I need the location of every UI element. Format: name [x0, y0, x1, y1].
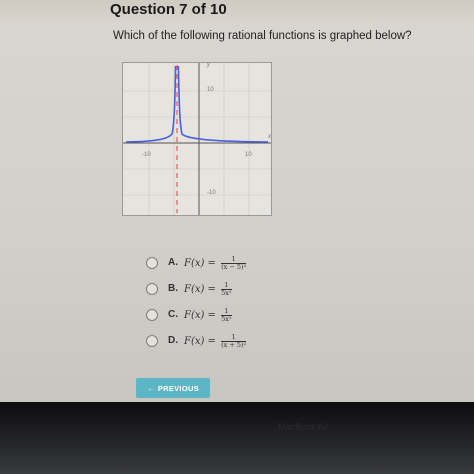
denominator: (x − 5)² [221, 263, 247, 271]
quiz-screen: Question 7 of 10 Which of the following … [0, 0, 474, 402]
question-title: Question 7 of 10 [110, 1, 227, 18]
tick-x-pos: 10 [245, 152, 252, 158]
laptop-bezel [0, 402, 474, 474]
option-expression: F(x) = 1 5x² [184, 308, 232, 323]
header-bar [0, 0, 474, 22]
option-b[interactable]: B. F(x) = 1 5x² [140, 279, 340, 305]
y-axis-label: y [207, 62, 210, 68]
option-d[interactable]: D. F(x) = 1 (x + 5)² [140, 331, 340, 357]
function-lhs: F(x) = [184, 284, 216, 295]
answer-options: A. F(x) = 1 (x − 5)² B. F(x) = 1 5x² C. … [140, 253, 340, 357]
fraction: 1 5x² [221, 308, 232, 323]
laptop-brand-label: MacBook Air [278, 422, 329, 432]
previous-button[interactable]: ← PREVIOUS [136, 378, 210, 398]
question-text: Which of the following rational function… [113, 30, 412, 42]
denominator: 5x² [221, 289, 232, 297]
option-a[interactable]: A. F(x) = 1 (x − 5)² [140, 253, 340, 279]
denominator: (x + 5)² [221, 341, 247, 349]
radio-button[interactable] [146, 257, 158, 269]
function-lhs: F(x) = [184, 310, 216, 321]
option-letter: B. [168, 283, 178, 294]
radio-button[interactable] [146, 283, 158, 295]
option-c[interactable]: C. F(x) = 1 5x² [140, 305, 340, 331]
fraction: 1 (x + 5)² [221, 334, 247, 349]
x-axis-label: x [268, 134, 271, 140]
previous-label: PREVIOUS [157, 383, 199, 393]
option-expression: F(x) = 1 5x² [184, 282, 232, 297]
graph-svg [122, 62, 272, 216]
function-lhs: F(x) = [184, 258, 216, 269]
option-expression: F(x) = 1 (x + 5)² [184, 334, 247, 349]
option-expression: F(x) = 1 (x − 5)² [184, 256, 247, 271]
option-letter: D. [168, 335, 178, 346]
function-lhs: F(x) = [184, 336, 216, 347]
option-letter: A. [168, 257, 178, 268]
tick-y-neg: -10 [207, 190, 216, 196]
function-graph: y x 10 -10 10 -10 [122, 62, 272, 216]
option-letter: C. [168, 309, 178, 320]
fraction: 1 5x² [221, 282, 232, 297]
arrow-left-icon: ← [147, 383, 155, 393]
tick-y-pos: 10 [207, 87, 214, 93]
radio-button[interactable] [146, 335, 158, 347]
tick-x-neg: -10 [142, 152, 151, 158]
radio-button[interactable] [146, 309, 158, 321]
denominator: 5x² [221, 315, 232, 323]
fraction: 1 (x − 5)² [221, 256, 247, 271]
